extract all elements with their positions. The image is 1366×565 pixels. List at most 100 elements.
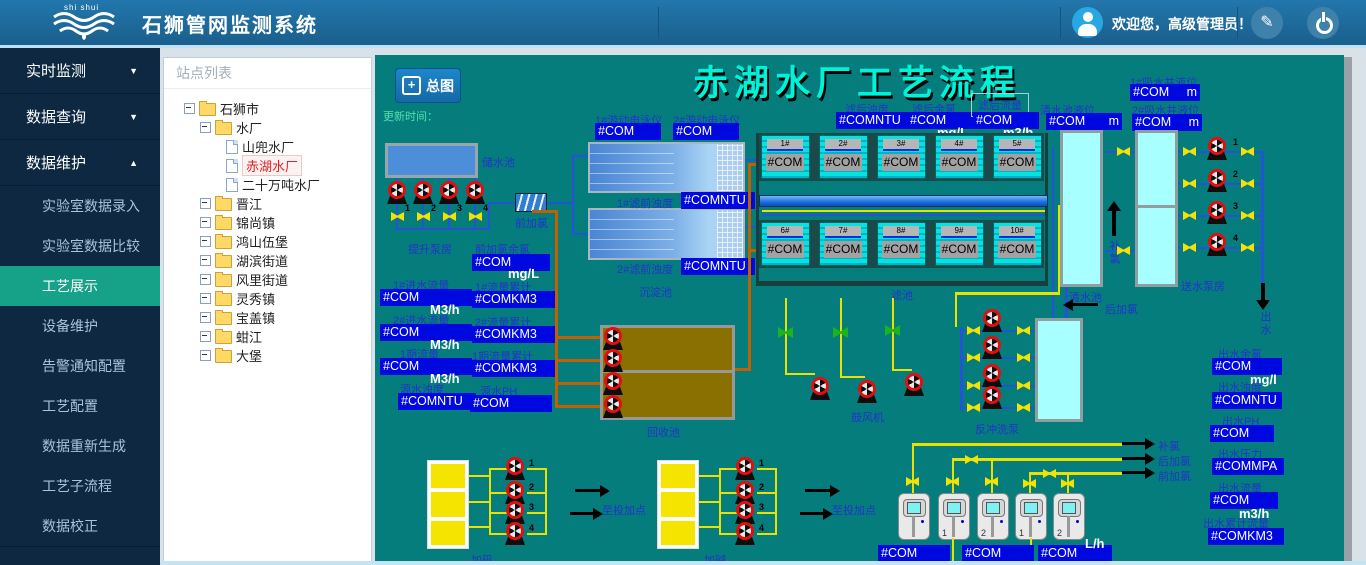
submenu-lab-data-compare[interactable]: 实验室数据比较 [0,226,160,266]
tree-item-label[interactable]: 二十万吨水厂 [242,175,320,194]
filter-unit: 8##COM [877,222,926,266]
pump-icon [733,457,757,480]
header-bar: shi shui 石狮管网监测系统 欢迎您，高级管理员！ ✎ [0,0,1366,45]
tree-item-hongshanwubao[interactable]: 鸿山伍堡 [164,232,371,251]
tree-item-label[interactable]: 湖滨街道 [236,251,288,270]
tree-item-chihu-plant-selected[interactable]: 赤湖水厂 [164,156,371,175]
filter-number: 10# [999,226,1035,238]
device-screen [903,499,926,517]
sedimentation-tank-1 [588,142,745,193]
out-flow-total-value: #COMKM3 [1208,528,1284,545]
ep2-value: #COM [673,123,739,140]
pipe [572,155,588,157]
pipe [955,292,1059,295]
tree-collapse-icon[interactable] [200,312,211,323]
tree-item-label[interactable]: 大堡 [236,346,262,365]
tree-item-baogai[interactable]: 宝盖镇 [164,308,371,327]
tree-item-label[interactable]: 蚶江 [236,327,262,346]
tree-item-fengli[interactable]: 风里街道 [164,270,371,289]
pump-icon [601,395,625,418]
tree-item-label[interactable]: 风里街道 [236,270,288,289]
post-chlorine-arrow [1122,457,1146,460]
tree-item-label[interactable]: 山兜水厂 [242,137,294,156]
outflow-label: 出水 [1257,311,1273,337]
user-avatar[interactable] [1072,7,1103,38]
tree-item-label-selected[interactable]: 赤湖水厂 [242,155,302,176]
valve-icon [967,326,980,335]
overview-button[interactable]: + 总图 [395,68,461,103]
canvas-scrollbar[interactable] [1344,57,1352,562]
valve-icon [1183,147,1196,156]
submenu-lab-data-entry[interactable]: 实验室数据录入 [0,186,160,226]
tree-item-hubin[interactable]: 湖滨街道 [164,251,371,270]
tree-item-label[interactable]: 鸿山伍堡 [236,232,288,251]
tree-item-jinjiang[interactable]: 晋江 [164,194,371,213]
value-text: #COM [1135,115,1171,130]
tree-collapse-icon[interactable] [200,122,211,133]
pipe [912,443,914,493]
sedimentation-tank-2 [588,208,745,260]
filter-unit: 1##COM [761,135,810,179]
pipe [1045,133,1048,286]
tree-collapse-icon[interactable] [200,350,211,361]
edit-icon[interactable]: ✎ [1251,7,1283,39]
valve-icon [1017,403,1030,412]
source-ph-value: #COM [470,395,552,412]
filter-unit: 6##COM [761,222,810,266]
device-number: 1 [1019,528,1024,538]
tree-collapse-icon[interactable] [184,103,195,114]
pump-number: 3 [1233,201,1238,211]
submenu-data-correction[interactable]: 数据校正 [0,506,160,547]
submenu-process-config[interactable]: 工艺配置 [0,386,160,426]
tree-item-hanjiang[interactable]: 蚶江 [164,327,371,346]
filter-value: #COM [824,241,862,258]
filter-value: #COM [766,241,804,258]
tree-collapse-icon[interactable] [200,236,211,247]
tree-collapse-icon[interactable] [200,255,211,266]
device-stem [952,516,955,537]
tree-item-label[interactable]: 锦尚镇 [236,213,275,232]
pipe [952,458,954,493]
unit-label: L/h [1085,536,1105,551]
pipe [759,281,1048,286]
tree-item-lingxiu[interactable]: 灵秀镇 [164,289,371,308]
tree-item-200k-ton-plant[interactable]: 二十万吨水厂 [164,175,371,194]
dosing-arrow [570,512,594,515]
chlorinator-device: 1 [938,493,970,540]
pump-number: 2 [431,203,436,213]
filter-value: #COM [766,154,804,171]
submenu-alarm-notify-config[interactable]: 告警通知配置 [0,346,160,386]
tree-collapse-icon[interactable] [200,274,211,285]
pipe [555,336,603,339]
tree-collapse-icon[interactable] [200,293,211,304]
tree-item-shishi-city[interactable]: 石狮市 [164,99,371,118]
tree-item-label[interactable]: 水厂 [236,118,262,137]
tree-item-label[interactable]: 宝盖镇 [236,308,275,327]
sidebar-item-realtime[interactable]: 实时监测 ▼ [0,48,160,94]
submenu-process-display-active[interactable]: 工艺展示 [0,266,160,306]
sidebar-item-data-maintenance[interactable]: 数据维护 ▲ [0,140,160,186]
filter-unit: 9##COM [935,222,984,266]
sidebar-item-data-query[interactable]: 数据查询 ▼ [0,94,160,140]
device-number: 2 [1057,528,1062,538]
tree-item-label[interactable]: 灵秀镇 [236,289,275,308]
tree-item-shandou-plant[interactable]: 山兜水厂 [164,137,371,156]
tree-collapse-icon[interactable] [200,217,211,228]
tree-item-label[interactable]: 石狮市 [220,99,259,118]
tree-item-jinshang[interactable]: 锦尚镇 [164,213,371,232]
tree-item-label[interactable]: 晋江 [236,194,262,213]
supp-chlorine-arrow [1122,442,1146,445]
pump-icon [980,386,1004,409]
power-icon[interactable] [1307,7,1339,39]
tree-collapse-icon[interactable] [200,331,211,342]
tree-item-dabao[interactable]: 大堡 [164,346,371,365]
pump-number: 4 [1233,233,1238,243]
tree-collapse-icon[interactable] [200,198,211,209]
submenu-process-subflow[interactable]: 工艺子流程 [0,466,160,506]
submenu-device-maintenance[interactable]: 设备维护 [0,306,160,346]
pump-icon [503,501,527,524]
submenu-data-regenerate[interactable]: 数据重新生成 [0,426,160,466]
device-stem [912,516,915,537]
tree-item-waterworks[interactable]: 水厂 [164,118,371,137]
valve-icon [1241,147,1254,156]
